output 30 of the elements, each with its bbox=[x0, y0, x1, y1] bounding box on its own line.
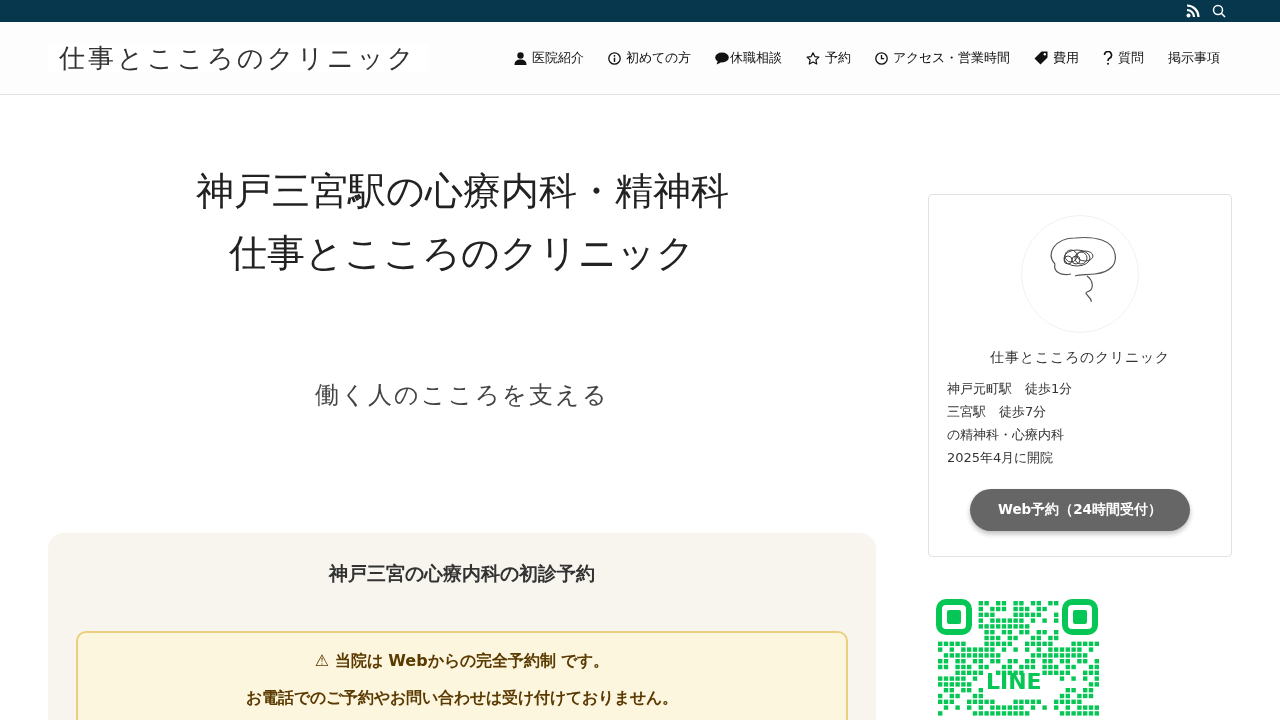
nav-link[interactable]: 質問 bbox=[1091, 49, 1156, 67]
profile-text: 三宮駅 徒歩7分 bbox=[947, 403, 1047, 421]
hero-tagline: 働く人のこころを支える bbox=[315, 380, 609, 411]
section-heading: 神戸三宮の心療内科の初診予約 bbox=[327, 561, 596, 586]
nav-link[interactable]: 掲示事項 bbox=[1156, 49, 1232, 67]
star-icon bbox=[806, 51, 820, 65]
nav-link[interactable]: 予約 bbox=[794, 49, 863, 67]
profile-text: の精神科・心療内科 bbox=[947, 426, 1064, 444]
clock-icon bbox=[875, 51, 888, 65]
speech-bubble-icon bbox=[715, 51, 729, 65]
clinic-name: 仕事とこころのクリニック bbox=[989, 349, 1171, 367]
web-booking-button[interactable]: Web予約（24時間受付） bbox=[970, 489, 1190, 531]
rss-icon[interactable] bbox=[1186, 4, 1200, 18]
profile-text: 神戸元町駅 徒歩1分 bbox=[947, 380, 1073, 398]
notice-text: お電話でのご予約やお問い合わせは受け付けておりません。 bbox=[245, 688, 679, 709]
nav-link[interactable]: 費用 bbox=[1022, 49, 1091, 67]
notice-text: ⚠ 当院は Webからの完全予約制 です。 bbox=[313, 651, 611, 672]
hero-title: 神戸三宮駅の心療内科・精神科 bbox=[195, 168, 729, 215]
profile-text: 2025年4月に開院 bbox=[947, 449, 1054, 467]
qr-label: LINE bbox=[986, 669, 1042, 695]
hero-title: 仕事とこころのクリニック bbox=[229, 230, 695, 277]
question-icon bbox=[1103, 51, 1113, 65]
nav-link[interactable]: 医院紹介 bbox=[502, 49, 596, 67]
person-icon bbox=[514, 51, 527, 65]
info-icon bbox=[608, 51, 621, 65]
tag-icon bbox=[1034, 51, 1048, 65]
search-icon[interactable] bbox=[1212, 4, 1226, 18]
nav-link[interactable]: 休職相談 bbox=[703, 49, 794, 67]
nav-link[interactable]: アクセス・営業時間 bbox=[863, 49, 1022, 67]
nav-link[interactable]: 初めての方 bbox=[596, 49, 703, 67]
